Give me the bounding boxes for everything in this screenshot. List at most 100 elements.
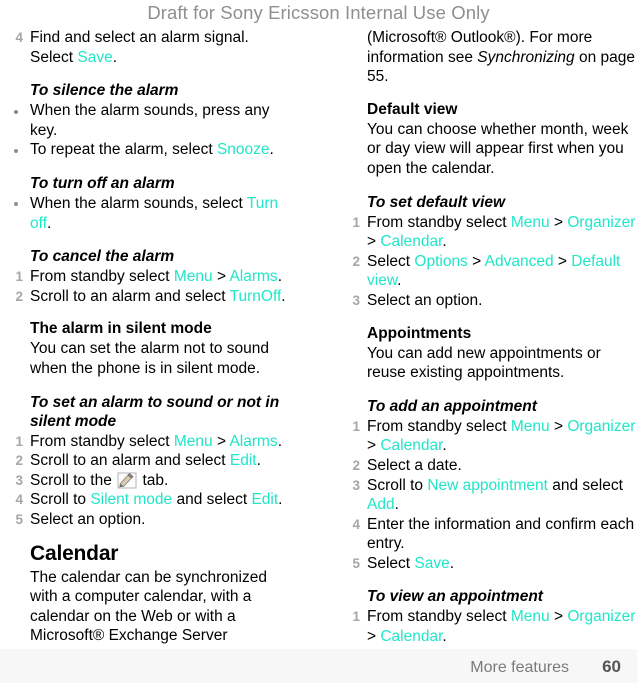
footer-page-number: 60 (602, 657, 621, 676)
step-text-part: tab. (138, 471, 169, 489)
step-text-part: From standby select (367, 213, 511, 231)
list-item: 1 From standby select Menu > Alarms. (8, 267, 296, 287)
heading-appointments: Appointments (367, 324, 472, 342)
step-text-part: . (278, 491, 283, 509)
ui-term-calendar[interactable]: Calendar (380, 233, 442, 250)
ui-term-menu[interactable]: Menu (511, 418, 550, 435)
list-item: 5 Select Save. (345, 554, 637, 574)
paragraph-calendar-continued: (Microsoft® Outlook®). For more informat… (367, 28, 637, 87)
list-item: 1 From standby select Menu > Organizer > … (345, 607, 637, 646)
step-number: 4 (15, 492, 23, 508)
step-text-part: . (442, 628, 447, 646)
heading-to-add-an-appointment: To add an appointment (367, 397, 537, 415)
step-text-part: > (212, 432, 230, 450)
heading-to-set-alarm-silent-mode: To set an alarm to sound or not in silen… (30, 393, 280, 430)
ui-term-silent-mode[interactable]: Silent mode (90, 491, 172, 508)
ui-term-options[interactable]: Options (414, 253, 467, 270)
add-appointment-steps: 1 From standby select Menu > Organizer > … (345, 417, 637, 574)
list-item: To repeat the alarm, select Snooze. (8, 140, 296, 160)
set-default-view-steps: 1 From standby select Menu > Organizer > … (345, 213, 637, 311)
step-text-part: From standby select (30, 268, 174, 286)
heading-to-turn-off-an-alarm: To turn off an alarm (30, 174, 175, 192)
step-number: 5 (15, 511, 23, 527)
step-text-part: and select (172, 491, 252, 509)
list-item: 4 Scroll to Silent mode and select Edit. (8, 490, 296, 510)
bullet-text-part: When the alarm sounds, press any key. (30, 102, 270, 139)
view-appointment-steps: 1 From standby select Menu > Organizer > … (345, 607, 637, 646)
ui-term-add[interactable]: Add (367, 496, 395, 513)
bullet-dot-icon (14, 109, 18, 114)
step-number: 1 (15, 433, 23, 449)
step-text-part: . (277, 432, 282, 450)
list-item: 3 Scroll to the tab. (8, 471, 296, 491)
list-item: 2 Select Options > Advanced > Default vie… (345, 252, 637, 291)
ui-term-new-appointment[interactable]: New appointment (427, 477, 548, 494)
bullet-dot-icon (14, 202, 18, 207)
step-number: 3 (15, 472, 23, 488)
step-text-part: > (553, 252, 572, 270)
step-text-part: From standby select (30, 432, 174, 450)
paragraph-calendar-intro: The calendar can be synchronized with a … (30, 568, 267, 645)
heading-to-cancel-the-alarm: To cancel the alarm (30, 248, 175, 266)
step-text-part: > (467, 252, 485, 270)
step-text-part: > (549, 417, 568, 435)
list-item: 3 Select an option. (345, 291, 637, 311)
list-item: 1 From standby select Menu > Organizer > … (345, 213, 637, 252)
step-text-part: . (449, 554, 455, 572)
heading-the-alarm-in-silent-mode: The alarm in silent mode (30, 320, 212, 338)
ui-term-organizer[interactable]: Organizer (567, 418, 635, 435)
left-column: 4 Find and select an alarm signal. Select… (8, 28, 296, 646)
heading-to-set-default-view: To set default view (367, 193, 506, 211)
ui-term-save[interactable]: Save (77, 49, 112, 66)
paragraph-silent-mode: You can set the alarm not to sound when … (30, 340, 269, 377)
set-silent-mode-steps: 1 From standby select Menu > Alarms. 2 Scr… (8, 432, 296, 530)
ui-term-snooze[interactable]: Snooze (217, 141, 270, 158)
step-text-part: Scroll to (30, 491, 91, 509)
step-text-part: Select (367, 252, 415, 270)
step-text-part: . (442, 437, 447, 455)
ui-term-calendar[interactable]: Calendar (380, 437, 442, 454)
step-text-part: . (277, 268, 282, 286)
ui-term-edit[interactable]: Edit (230, 452, 257, 469)
step-text-part: > (549, 608, 568, 626)
ui-term-organizer[interactable]: Organizer (567, 608, 635, 625)
step-text-part: . (394, 496, 399, 514)
ui-term-save[interactable]: Save (414, 555, 449, 572)
heading-calendar: Calendar (30, 541, 119, 565)
ui-term-edit[interactable]: Edit (251, 491, 278, 508)
ui-term-calendar[interactable]: Calendar (380, 628, 442, 645)
list-item: 4 Find and select an alarm signal. Select… (8, 28, 296, 67)
step-number: 1 (352, 214, 360, 230)
ui-term-organizer[interactable]: Organizer (567, 214, 635, 231)
bullet-dot-icon (14, 148, 18, 153)
step-text-part: Scroll to the (30, 471, 117, 489)
edit-tab-icon (117, 472, 137, 489)
heading-to-silence-the-alarm: To silence the alarm (30, 82, 179, 100)
step-text-part: Enter the information and confirm each e… (367, 515, 635, 553)
step-text-part: and select (547, 476, 623, 494)
step-number: 2 (352, 253, 360, 269)
ui-term-turnoff[interactable]: TurnOff (230, 288, 282, 305)
ui-term-alarms[interactable]: Alarms (229, 268, 277, 285)
footer-section-title: More features (470, 659, 569, 676)
ui-term-menu[interactable]: Menu (174, 433, 213, 450)
list-item: 2 Scroll to an alarm and select TurnOff. (8, 287, 296, 307)
heading-default-view: Default view (367, 100, 458, 118)
step-text-part: From standby select (367, 417, 511, 435)
list-item: 4 Enter the information and confirm each … (345, 515, 637, 554)
step-number: 1 (15, 269, 23, 285)
step-text-part: Scroll to an alarm and select (30, 287, 230, 305)
alarm-signal-steps: 4 Find and select an alarm signal. Select… (8, 28, 296, 67)
bullet-text-part: When the alarm sounds, select (30, 194, 247, 212)
ui-term-menu[interactable]: Menu (174, 268, 213, 285)
ui-term-alarms[interactable]: Alarms (229, 433, 277, 450)
step-number: 2 (15, 288, 23, 304)
list-item: 2 Scroll to an alarm and select Edit. (8, 451, 296, 471)
list-item: When the alarm sounds, select Turn off. (8, 194, 296, 233)
paragraph-appointments: You can add new appointments or reuse ex… (367, 344, 601, 382)
ui-term-menu[interactable]: Menu (511, 608, 550, 625)
ui-term-menu[interactable]: Menu (511, 214, 550, 231)
list-item: 5 Select an option. (8, 510, 296, 530)
step-text-part: Select (367, 554, 415, 572)
ui-term-advanced[interactable]: Advanced (485, 253, 554, 270)
